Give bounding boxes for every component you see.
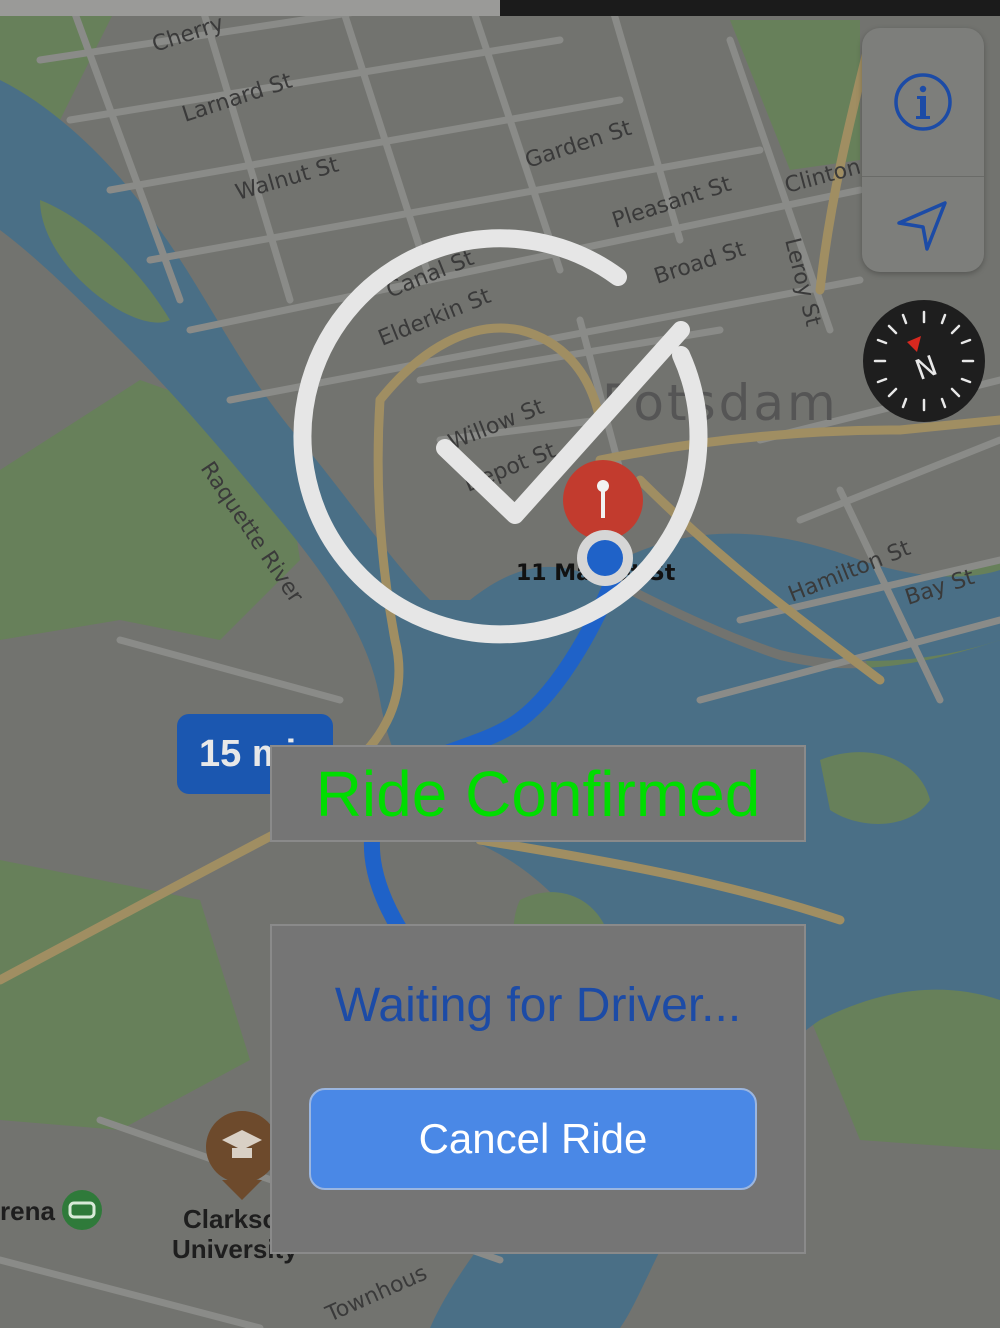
arena-label: rena <box>0 1196 55 1226</box>
destination-pin-icon <box>563 460 643 540</box>
map-controls-panel <box>862 28 984 272</box>
location-arrow-icon <box>897 200 947 251</box>
compass-button[interactable]: N <box>863 300 985 422</box>
current-location-icon <box>577 530 633 586</box>
status-bar-left <box>0 0 500 16</box>
info-icon <box>894 73 952 131</box>
svg-text:N: N <box>911 349 942 387</box>
compass-icon: N <box>873 310 975 412</box>
ride-confirmed-banner: Ride Confirmed <box>270 745 806 842</box>
locate-me-button[interactable] <box>862 177 984 272</box>
arena-marker-icon <box>62 1190 102 1230</box>
cancel-ride-button[interactable]: Cancel Ride <box>309 1088 757 1190</box>
ride-confirmed-text: Ride Confirmed <box>315 757 761 830</box>
waiting-status-text: Waiting for Driver... <box>334 979 742 1032</box>
ride-confirmation-screen: Cherry Larnard St Walnut St Garden St Pl… <box>0 0 1000 1328</box>
status-bar-right <box>500 0 1000 16</box>
info-button[interactable] <box>862 28 984 176</box>
waiting-panel: Waiting for Driver... Cancel Ride <box>270 924 806 1254</box>
